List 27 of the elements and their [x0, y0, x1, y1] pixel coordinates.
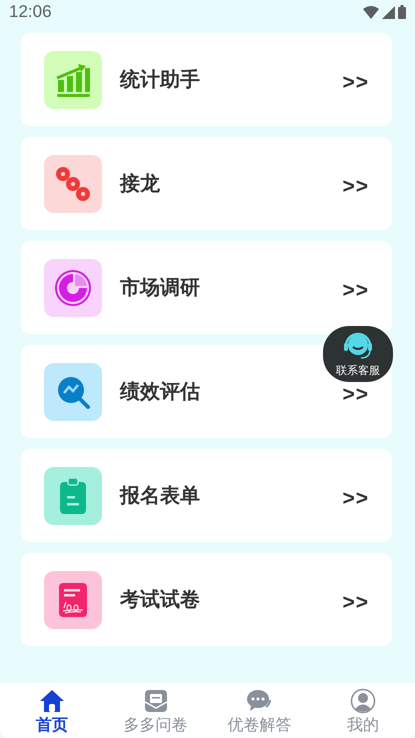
chevrons: >> [342, 590, 369, 612]
menu-card[interactable]: 市场调研 >> [21, 241, 392, 334]
chevrons: >> [342, 70, 369, 92]
card-title: 市场调研 [120, 274, 201, 301]
chevrons: >> [342, 174, 369, 196]
menu-card[interactable]: 报名表单 >> [21, 449, 392, 542]
chevrons: >> [342, 278, 369, 300]
chevrons: >> [342, 382, 369, 404]
user-avatar-icon [350, 688, 376, 714]
card-title: 统计助手 [120, 66, 201, 93]
card-title: 接龙 [120, 170, 161, 197]
menu-card[interactable]: 接龙 >> [21, 137, 392, 230]
card-title: 绩效评估 [120, 378, 201, 405]
chat-bubble-icon [246, 688, 272, 714]
signal-icon [382, 6, 395, 18]
menu-card[interactable]: 统计助手 >> [21, 33, 392, 126]
status-time: 12:06 [9, 2, 52, 22]
donut-chart-icon [53, 268, 93, 308]
battery-icon [398, 5, 406, 19]
chevrons: >> [342, 486, 369, 508]
nav-tab[interactable]: 首页 [0, 683, 104, 738]
envelope-icon [142, 688, 169, 714]
card-title: 报名表单 [120, 482, 201, 509]
home-icon [38, 688, 65, 714]
menu-card[interactable]: 考试试卷 >> [21, 553, 392, 646]
card-title: 考试试卷 [120, 586, 201, 613]
wifi-icon [363, 6, 379, 18]
